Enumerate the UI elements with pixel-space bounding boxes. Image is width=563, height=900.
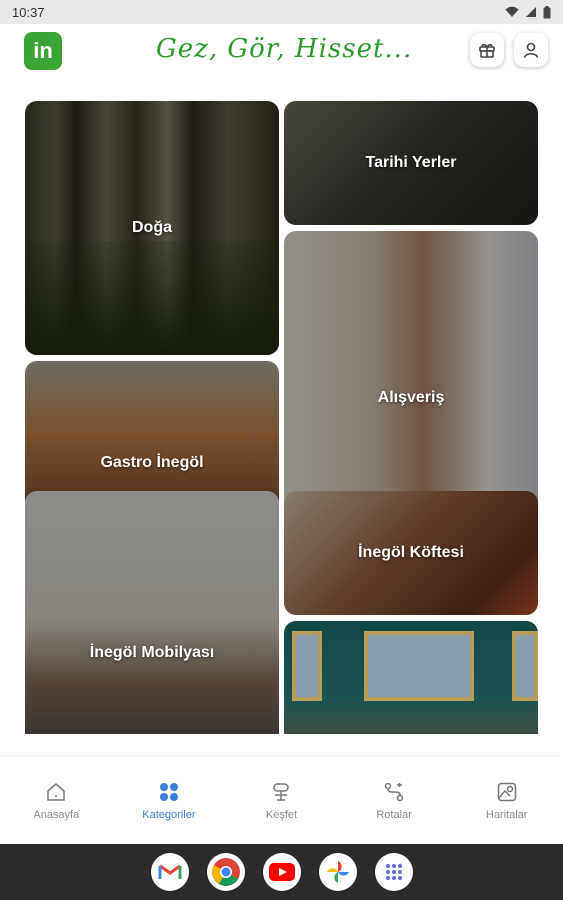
- nav-label: Anasayfa: [33, 808, 80, 821]
- category-card-partial[interactable]: [284, 621, 538, 734]
- user-icon: [523, 42, 539, 58]
- category-card-inegol-mobilyasi[interactable]: İnegöl Mobilyası: [25, 491, 279, 734]
- app-slogan: Gez, Gör, Hisset...: [156, 34, 413, 64]
- home-icon: [47, 782, 66, 801]
- nav-label: Rotalar: [376, 808, 412, 821]
- gift-icon: [479, 43, 495, 58]
- category-label: İnegöl Mobilyası: [89, 643, 215, 661]
- logo-text: in: [33, 38, 53, 63]
- chrome-icon: [211, 858, 240, 886]
- nav-item-rotalar[interactable]: Rotalar: [338, 757, 451, 844]
- category-label: Alışveriş: [377, 389, 445, 406]
- bottom-navigation: Anasayfa Kategoriler Keşfet Rotalar Hari…: [0, 757, 563, 844]
- profile-button[interactable]: [514, 33, 548, 67]
- category-grid: Doğa Tarihi Yerler Alışveriş Gastro İneg…: [0, 80, 563, 734]
- category-label: Tarihi Yerler: [365, 154, 457, 171]
- nav-item-anasayfa[interactable]: Anasayfa: [0, 757, 113, 844]
- forest-floor: [25, 240, 279, 355]
- app-logo[interactable]: in: [24, 32, 62, 70]
- category-label: İnegöl Köftesi: [358, 544, 464, 561]
- gift-button[interactable]: [470, 33, 504, 67]
- gmail-app[interactable]: [150, 853, 189, 891]
- status-icons: [505, 5, 551, 19]
- nav-item-haritalar[interactable]: Haritalar: [450, 757, 563, 844]
- category-card-inegol-koftesi[interactable]: İnegöl Köftesi: [284, 491, 538, 615]
- wifi-icon: [505, 6, 519, 17]
- photos-app[interactable]: [318, 853, 357, 891]
- route-icon: [384, 782, 404, 801]
- nav-item-kesfet[interactable]: Keşfet: [225, 757, 338, 844]
- signal-icon: [526, 7, 536, 17]
- chrome-app[interactable]: [206, 853, 245, 891]
- app-header: in Gez, Gör, Hisset...: [0, 24, 563, 80]
- grid-icon: [159, 782, 178, 801]
- nav-item-kategoriler[interactable]: Kategoriler: [113, 757, 226, 844]
- discover-icon: [273, 782, 290, 801]
- painting-frame: [512, 631, 538, 701]
- gmail-icon: [158, 864, 181, 879]
- app-drawer[interactable]: [374, 853, 413, 891]
- painting-frame: [364, 631, 474, 701]
- category-card-doga[interactable]: Doğa: [25, 101, 279, 355]
- category-label: Gastro İnegöl: [100, 454, 204, 471]
- battery-icon: [543, 5, 551, 18]
- nav-label: Keşfet: [265, 808, 298, 821]
- painting-frame: [292, 631, 322, 701]
- nav-label: Haritalar: [485, 808, 528, 821]
- youtube-icon: [268, 863, 295, 881]
- status-time: 10:37: [12, 4, 45, 20]
- youtube-app[interactable]: [262, 853, 301, 891]
- category-card-tarihi-yerler[interactable]: Tarihi Yerler: [284, 101, 538, 225]
- system-dock: [0, 844, 563, 900]
- map-icon: [497, 782, 516, 801]
- status-bar: 10:37: [0, 0, 563, 24]
- app-drawer-icon: [385, 864, 402, 880]
- photos-icon: [326, 861, 349, 883]
- category-label: Doğa: [132, 219, 172, 236]
- nav-label: Kategoriler: [142, 808, 196, 821]
